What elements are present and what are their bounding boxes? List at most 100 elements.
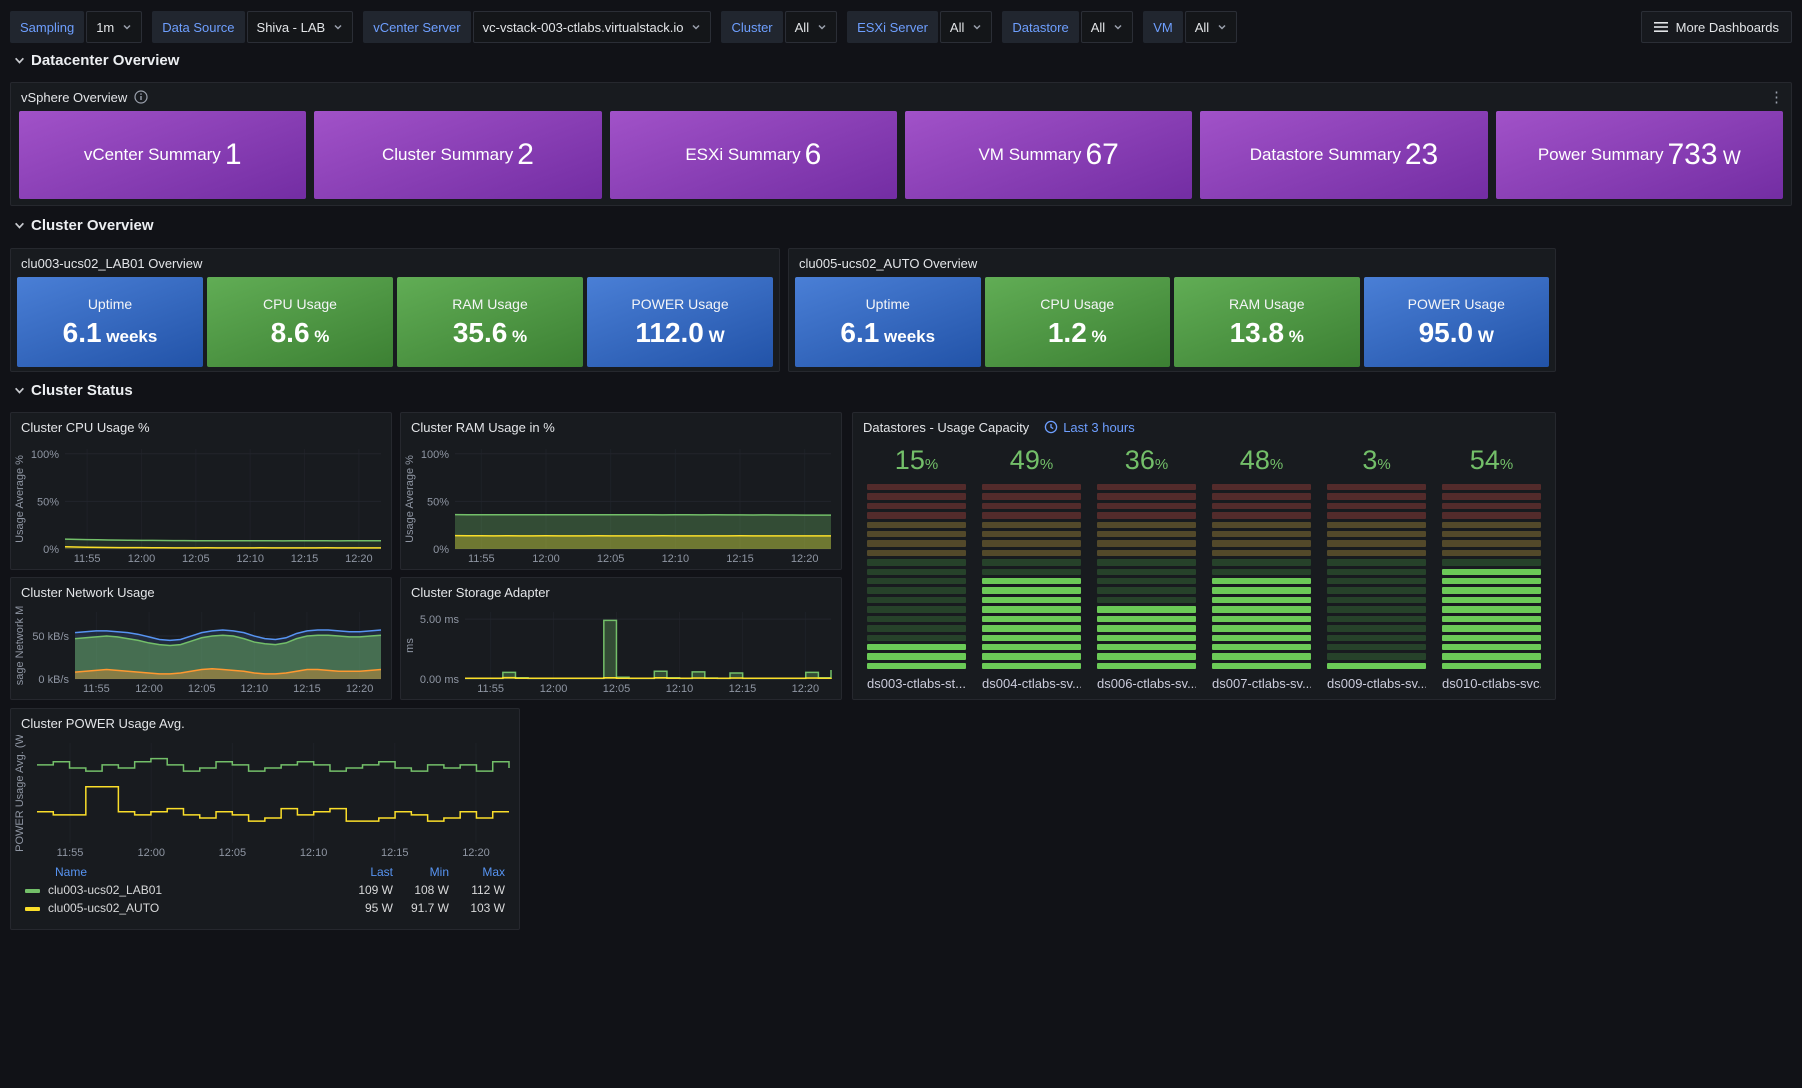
gauge-cell <box>982 559 1081 565</box>
datastore-gauge[interactable]: 15%ds003-ctlabs-st... <box>867 445 966 691</box>
cluster-stat-value: 112.0 W <box>635 317 724 349</box>
chevron-down-icon <box>333 22 343 32</box>
panel-title[interactable]: Datastores - Usage Capacity <box>863 420 1029 435</box>
panel-title[interactable]: Cluster Network Usage <box>21 585 155 600</box>
gauge-cell <box>1097 522 1196 528</box>
more-dashboards-button[interactable]: More Dashboards <box>1641 11 1792 43</box>
gauge-cell <box>1212 569 1311 575</box>
chevron-down-icon <box>122 22 132 32</box>
variable-value-dropdown[interactable]: All <box>1185 11 1237 43</box>
cluster-stat-value: 8.6 % <box>271 317 330 349</box>
datastore-gauge[interactable]: 49%ds004-ctlabs-sv... <box>982 445 1081 691</box>
stat-tile-cluster-summary[interactable]: Cluster Summary2 <box>314 111 601 199</box>
panel-title[interactable]: vSphere Overview <box>21 90 127 105</box>
svg-text:100%: 100% <box>421 449 449 461</box>
stat-tile-vm-summary[interactable]: VM Summary67 <box>905 111 1192 199</box>
svg-text:12:20: 12:20 <box>792 683 820 695</box>
gauge-cell <box>1442 625 1541 631</box>
gauge-cells <box>1212 484 1311 669</box>
section-datacenter-overview[interactable]: Datacenter Overview <box>14 52 179 69</box>
hamburger-icon <box>1654 21 1668 33</box>
gauge-cell <box>1327 569 1426 575</box>
gauge-cell <box>1212 616 1311 622</box>
stat-tile-label: vCenter Summary <box>84 145 221 165</box>
legend-header-last[interactable]: Last <box>341 863 397 881</box>
svg-text:11:55: 11:55 <box>468 553 495 565</box>
legend-series-name[interactable]: clu003-ucs02_LAB01 <box>21 881 341 899</box>
variable-value-dropdown[interactable]: vc-vstack-003-ctlabs.virtualstack.io <box>473 11 712 43</box>
cluster-cpu-chart[interactable]: 11:5512:0012:0512:1012:1512:200%50%100%U… <box>13 441 389 567</box>
more-dashboards-label: More Dashboards <box>1676 20 1779 35</box>
gauge-cells <box>1442 484 1541 669</box>
gauge-cell <box>1212 606 1311 612</box>
gauge-cell <box>1212 644 1311 650</box>
stat-tile-datastore-summary[interactable]: Datastore Summary23 <box>1200 111 1487 199</box>
svg-text:12:00: 12:00 <box>532 553 560 565</box>
panel-title[interactable]: clu003-ucs02_LAB01 Overview <box>21 256 202 271</box>
gauge-cell <box>1442 531 1541 537</box>
time-range-badge[interactable]: Last 3 hours <box>1044 420 1135 435</box>
datastore-gauge[interactable]: 3%ds009-ctlabs-sv... <box>1327 445 1426 691</box>
cluster-stat-cpu-usage: CPU Usage1.2 % <box>985 277 1171 367</box>
cluster-stat-label: Uptime <box>866 296 910 312</box>
stat-tile-label: Power Summary <box>1538 145 1664 165</box>
legend-header-max[interactable]: Max <box>453 863 509 881</box>
gauge-cell <box>1097 559 1196 565</box>
legend-header-min[interactable]: Min <box>397 863 453 881</box>
grafana-dashboard: Sampling1mData SourceShiva - LABvCenter … <box>0 0 1802 1088</box>
cluster-stat-uptime: Uptime6.1 weeks <box>17 277 203 367</box>
svg-text:12:10: 12:10 <box>666 683 694 695</box>
datastore-gauge[interactable]: 48%ds007-ctlabs-sv... <box>1212 445 1311 691</box>
variable-value-dropdown[interactable]: Shiva - LAB <box>247 11 354 43</box>
legend-min-value: 108 W <box>397 881 453 899</box>
stat-tile-esxi-summary[interactable]: ESXi Summary6 <box>610 111 897 199</box>
cluster-power-chart[interactable]: 11:5512:0012:0512:1012:1512:20POWER Usag… <box>13 735 517 861</box>
cluster-stat-unit: % <box>507 327 527 346</box>
section-cluster-overview[interactable]: Cluster Overview <box>14 217 154 234</box>
gauge-cell <box>1327 597 1426 603</box>
datastore-gauge[interactable]: 54%ds010-ctlabs-svc... <box>1442 445 1541 691</box>
legend-series-name[interactable]: clu005-ucs02_AUTO <box>21 899 341 917</box>
chevron-down-icon <box>14 55 25 66</box>
legend-last-value: 95 W <box>341 899 397 917</box>
svg-text:12:00: 12:00 <box>135 683 163 695</box>
gauge-cell <box>867 569 966 575</box>
panel-title[interactable]: Cluster CPU Usage % <box>21 420 150 435</box>
info-icon[interactable] <box>134 90 148 104</box>
gauge-cell <box>1327 644 1426 650</box>
stat-tile-value: 2 <box>517 138 534 172</box>
gauge-cell <box>1327 493 1426 499</box>
gauge-cell <box>1327 531 1426 537</box>
gauge-cell <box>982 493 1081 499</box>
datastore-usage-percent: 54% <box>1442 445 1541 480</box>
datastore-gauge[interactable]: 36%ds006-ctlabs-sv... <box>1097 445 1196 691</box>
panel-title[interactable]: Cluster Storage Adapter <box>411 585 550 600</box>
svg-text:Usage Average %: Usage Average % <box>14 455 26 543</box>
gauge-cell <box>1327 587 1426 593</box>
gauge-cell <box>1327 484 1426 490</box>
panel-cluster-ram: Cluster RAM Usage in % 11:5512:0012:0512… <box>400 412 842 570</box>
cluster-storage-chart[interactable]: 11:5512:0012:0512:1012:1512:200.00 ms5.0… <box>403 604 839 697</box>
variable-label: VM <box>1143 11 1183 43</box>
panel-menu-icon[interactable]: ⋮ <box>1769 88 1785 106</box>
variable-value-dropdown[interactable]: All <box>940 11 992 43</box>
panel-cluster-storage: Cluster Storage Adapter 11:5512:0012:051… <box>400 577 842 700</box>
cluster-network-chart[interactable]: 11:5512:0012:0512:1012:1512:200 kB/s50 k… <box>13 604 389 697</box>
stat-tile-power-summary[interactable]: Power Summary733 W <box>1496 111 1783 199</box>
cluster-stat-unit: W <box>1473 327 1494 346</box>
variable-value-dropdown[interactable]: All <box>785 11 837 43</box>
panel-title[interactable]: clu005-ucs02_AUTO Overview <box>799 256 977 271</box>
stat-tile-vcenter-summary[interactable]: vCenter Summary1 <box>19 111 306 199</box>
panel-title[interactable]: Cluster POWER Usage Avg. <box>21 716 185 731</box>
cluster-stat-label: Uptime <box>88 296 132 312</box>
variable-value-dropdown[interactable]: All <box>1081 11 1133 43</box>
variable-value-dropdown[interactable]: 1m <box>86 11 142 43</box>
cluster-ram-chart[interactable]: 11:5512:0012:0512:1012:1512:200%50%100%U… <box>403 441 839 567</box>
legend-header-name[interactable]: Name <box>21 863 341 881</box>
section-cluster-status[interactable]: Cluster Status <box>14 382 133 399</box>
gauge-cell <box>1097 625 1196 631</box>
panel-title[interactable]: Cluster RAM Usage in % <box>411 420 555 435</box>
chevron-down-icon <box>1217 22 1227 32</box>
stat-tile-value: 733 W <box>1667 138 1740 172</box>
gauge-cell <box>982 635 1081 641</box>
